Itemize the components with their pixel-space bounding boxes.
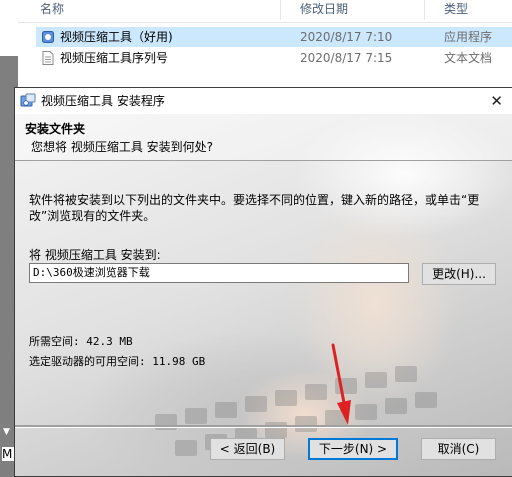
column-header-name[interactable]: 名称 xyxy=(40,0,64,18)
change-folder-button[interactable]: 更改(H)... xyxy=(422,263,496,285)
next-button[interactable]: 下一步(N) > xyxy=(308,438,398,460)
page-header: 安装文件夹 您想将 视频压缩工具 安装到何处? xyxy=(15,114,512,160)
page-subtitle: 您想将 视频压缩工具 安装到何处? xyxy=(31,140,213,154)
installer-dialog: 视频压缩工具 安装程序 ✕ 安装文件夹 您想将 视频压缩工具 安装到何处? 软件… xyxy=(14,87,512,477)
page-title: 安装文件夹 xyxy=(25,122,86,136)
header-divider xyxy=(15,160,512,161)
dialog-title: 视频压缩工具 安装程序 xyxy=(41,94,165,108)
dialog-titlebar[interactable]: 视频压缩工具 安装程序 ✕ xyxy=(15,88,512,114)
text-file-icon xyxy=(42,51,54,65)
back-button[interactable]: < 返回(B) xyxy=(210,438,285,460)
scroll-down-arrow-icon[interactable]: ▼ xyxy=(3,427,10,437)
file-name: 视频压缩工具序列号 xyxy=(60,51,169,65)
install-path-input[interactable]: D:\360极速浏览器下载 xyxy=(29,263,409,283)
available-space-text: 选定驱动器的可用空间: 11.98 GB xyxy=(29,355,206,368)
installer-app-icon xyxy=(20,93,36,107)
file-row[interactable]: 视频压缩工具（好用) 2020/8/17 7:10 应用程序 xyxy=(36,27,512,47)
file-row[interactable]: 视频压缩工具序列号 2020/8/17 7:15 文本文档 xyxy=(36,48,512,68)
background-photo xyxy=(15,114,512,476)
file-date: 2020/8/17 7:15 xyxy=(300,51,393,65)
column-header-type[interactable]: 类型 xyxy=(444,0,468,18)
app-icon xyxy=(42,31,54,43)
file-type: 文本文档 xyxy=(444,51,493,65)
file-name: 视频压缩工具（好用) xyxy=(60,30,173,44)
column-header-bar: 名称 修改日期 类型 xyxy=(18,0,512,23)
required-space-text: 所需空间: 42.3 MB xyxy=(29,335,133,348)
footer-divider xyxy=(15,425,512,428)
column-header-date[interactable]: 修改日期 xyxy=(300,0,348,18)
close-icon[interactable]: ✕ xyxy=(490,88,503,114)
file-date: 2020/8/17 7:10 xyxy=(300,30,393,44)
file-type: 应用程序 xyxy=(444,30,493,44)
cancel-button[interactable]: 取消(C) xyxy=(421,438,496,460)
instructions-text: 软件将被安装到以下列出的文件夹中。要选择不同的位置，键入新的路径，或单击“更改”… xyxy=(29,193,480,223)
install-location-label: 将 视频压缩工具 安装到: xyxy=(29,248,161,262)
